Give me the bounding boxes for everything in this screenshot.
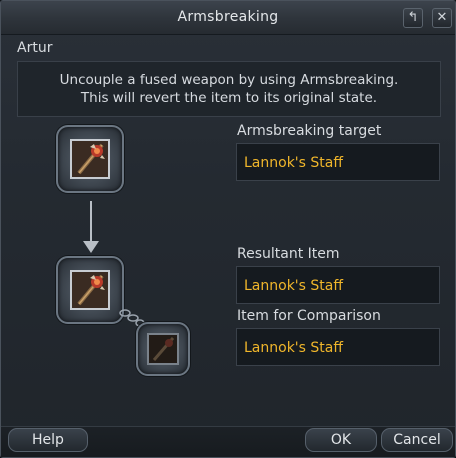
staff-icon [70, 139, 110, 179]
staff-icon [70, 270, 110, 310]
description-line-1: Uncouple a fused weapon by using Armsbre… [59, 72, 399, 88]
armsbreaking-window: Armsbreaking ↰ ✕ Artur Uncouple a fused … [0, 0, 456, 458]
window-title: Armsbreaking [177, 9, 279, 25]
comparison-item-slot[interactable] [136, 322, 190, 376]
npc-name: Artur [17, 40, 53, 56]
help-button[interactable]: Help [8, 428, 88, 452]
result-field[interactable]: Lannok's Staff [236, 266, 440, 304]
close-icon[interactable]: ✕ [432, 8, 452, 28]
description-box: Uncouple a fused weapon by using Armsbre… [17, 61, 441, 117]
target-field[interactable]: Lannok's Staff [236, 143, 440, 181]
title-bar[interactable]: Armsbreaking ↰ ✕ [1, 1, 455, 35]
result-label: Resultant Item [237, 246, 340, 262]
cancel-button[interactable]: Cancel [381, 428, 453, 452]
restore-icon[interactable]: ↰ [403, 8, 423, 28]
comparison-field[interactable]: Lannok's Staff [236, 328, 440, 366]
target-item-slot[interactable] [56, 125, 124, 193]
result-item-slot[interactable] [56, 256, 124, 324]
comparison-label: Item for Comparison [237, 308, 381, 324]
description-line-2: This will revert the item to its origina… [80, 90, 378, 106]
arrow-down-icon [83, 241, 99, 253]
target-label: Armsbreaking target [237, 123, 382, 139]
staff-icon [147, 333, 179, 365]
ok-button[interactable]: OK [305, 428, 377, 452]
